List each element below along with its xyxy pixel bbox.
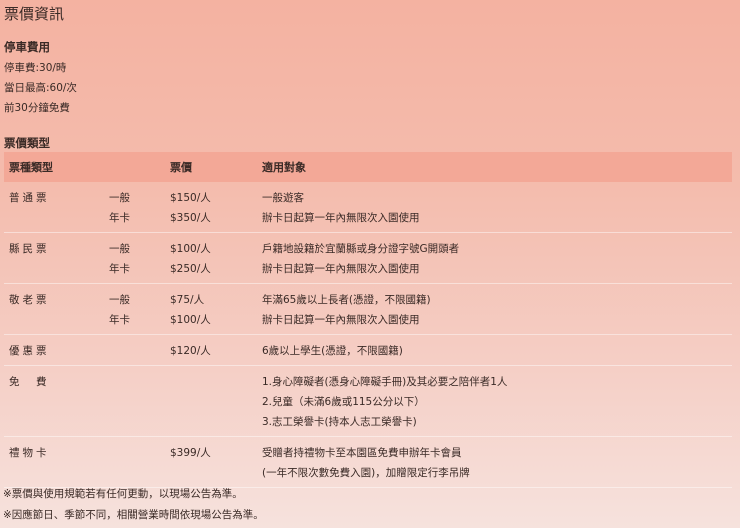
table-row: 普通票 一般 $150/人 一般遊客 [4,187,732,207]
ticket-subtype: 一般 [109,242,130,255]
parking-rate: 停車費:30/時 [4,62,67,74]
parking-heading: 停車費用 [4,40,50,54]
ticket-price: $350/人 [170,211,211,224]
note-price-changes: ※票價與使用規範若有任何更動，以現場公告為準。 [3,488,243,500]
table-row: 禮物卡 $399/人 受贈者持禮物卡至本園區免費申辦年卡會員 [4,442,732,462]
ticket-target: 受贈者持禮物卡至本園區免費申辦年卡會員 [262,446,462,459]
ticket-type: 縣民票 [9,242,50,255]
ticket-price: $399/人 [170,446,211,459]
ticket-group: 縣民票 一般 $100/人 戶籍地設籍於宜蘭縣或身分證字號G開頭者年卡 $250/人 辦卡… [4,233,732,284]
ticket-subtype: 年卡 [109,211,130,224]
ticket-target: (一年不限次數免費入園)，加贈限定行李吊牌 [262,466,470,479]
ticket-target: 辦卡日起算一年內無限次入園使用 [262,262,420,275]
ticket-price: $100/人 [170,242,211,255]
ticket-price: $150/人 [170,191,211,204]
ticket-type: 普通票 [9,191,50,204]
table-header: 票種類型 票價 適用對象 [4,152,732,182]
table-row: 免 費 1.身心障礙者(憑身心障礙手冊)及其必要之陪伴者1人 [4,371,732,391]
table-row: 3.志工榮譽卡(持本人志工榮譽卡) [4,411,732,431]
ticket-group: 免 費 1.身心障礙者(憑身心障礙手冊)及其必要之陪伴者1人 2.兒童（未滿6歲或1… [4,366,732,437]
ticket-price: $100/人 [170,313,211,326]
ticket-group: 敬老票 一般 $75/人 年滿65歲以上長者(憑證，不限國籍) 年卡 $100/人 辦卡日起… [4,284,732,335]
table-row: 年卡 $250/人 辦卡日起算一年內無限次入園使用 [4,258,732,278]
ticket-group: 禮物卡 $399/人 受贈者持禮物卡至本園區免費申辦年卡會員 (一年不限次數免費入園)… [4,437,732,488]
ticket-type: 禮物卡 [9,446,50,459]
parking-free-period: 前30分鐘免費 [4,102,70,114]
ticket-type: 敬老票 [9,293,50,306]
ticket-price: $250/人 [170,262,211,275]
ticket-price-table: 票種類型 票價 適用對象 普通票 一般 $150/人 一般遊客 年卡 $350/人 辦卡日起… [4,152,732,488]
note-hours: ※因應節日、季節不同，相關營業時間依現場公告為準。 [3,509,264,521]
header-ticket-type: 票種類型 [9,161,53,174]
ticket-target: 3.志工榮譽卡(持本人志工榮譽卡) [262,415,417,428]
ticket-price: $120/人 [170,344,211,357]
ticket-group: 普通票 一般 $150/人 一般遊客年卡 $350/人 辦卡日起算一年內無限次入園使用 [4,182,732,233]
ticket-type: 優惠票 [9,344,50,357]
ticket-group: 優惠票 $120/人 6歲以上學生(憑證，不限國籍) [4,335,732,366]
header-target: 適用對象 [262,161,306,174]
ticket-subtype: 年卡 [109,313,130,326]
ticket-price: $75/人 [170,293,205,306]
ticket-target: 6歲以上學生(憑證，不限國籍) [262,344,403,357]
ticket-subtype: 一般 [109,191,130,204]
parking-daily-max: 當日最高:60/次 [4,82,77,94]
ticket-types-heading: 票價類型 [4,136,50,150]
ticket-target: 2.兒童（未滿6歲或115公分以下） [262,395,425,408]
table-row: 2.兒童（未滿6歲或115公分以下） [4,391,732,411]
header-price: 票價 [170,161,192,174]
ticket-target: 戶籍地設籍於宜蘭縣或身分證字號G開頭者 [262,242,460,255]
table-row: 敬老票 一般 $75/人 年滿65歲以上長者(憑證，不限國籍) [4,289,732,309]
table-row: 優惠票 $120/人 6歲以上學生(憑證，不限國籍) [4,340,732,360]
table-row: (一年不限次數免費入園)，加贈限定行李吊牌 [4,462,732,482]
table-row: 縣民票 一般 $100/人 戶籍地設籍於宜蘭縣或身分證字號G開頭者 [4,238,732,258]
table-row: 年卡 $350/人 辦卡日起算一年內無限次入園使用 [4,207,732,227]
ticket-target: 一般遊客 [262,191,304,204]
ticket-subtype: 年卡 [109,262,130,275]
ticket-target: 年滿65歲以上長者(憑證，不限國籍) [262,293,431,306]
ticket-target: 辦卡日起算一年內無限次入園使用 [262,211,420,224]
ticket-target: 1.身心障礙者(憑身心障礙手冊)及其必要之陪伴者1人 [262,375,508,388]
ticket-target: 辦卡日起算一年內無限次入園使用 [262,313,420,326]
ticket-type: 免 費 [9,375,50,388]
ticket-subtype: 一般 [109,293,130,306]
table-row: 年卡 $100/人 辦卡日起算一年內無限次入園使用 [4,309,732,329]
page-title: 票價資訊 [4,5,65,23]
